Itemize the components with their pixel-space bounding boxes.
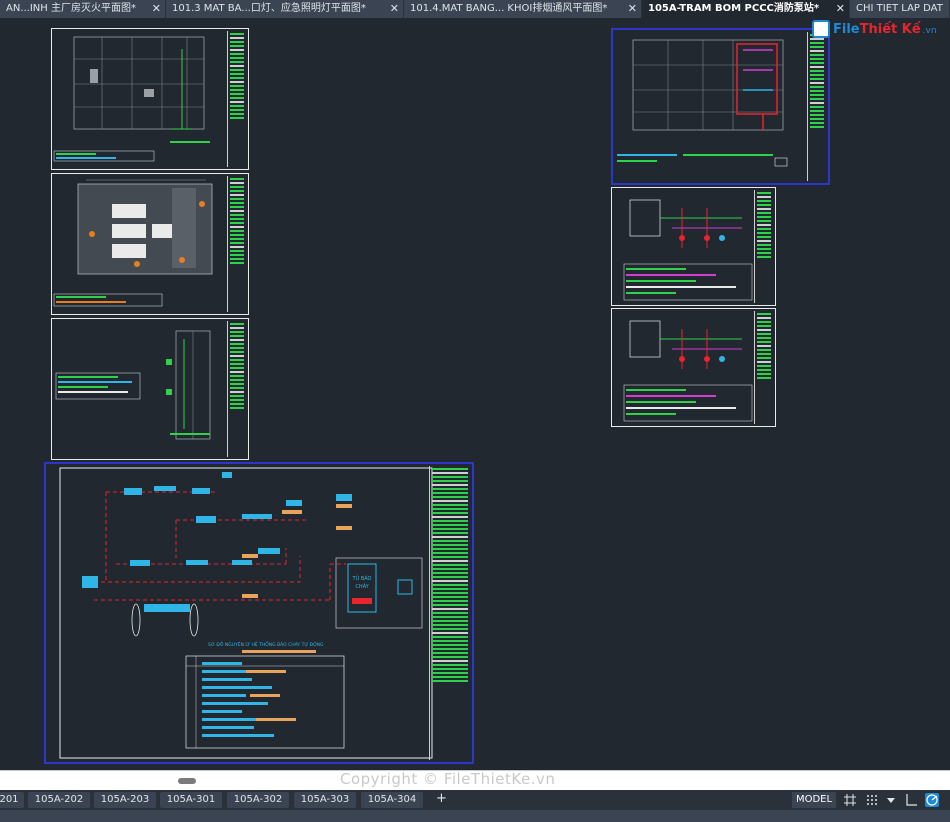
title-block [227,321,246,457]
tab-101-4[interactable]: 101.4.MAT BANG... KHOI排烟通风平面图* ✕ [404,0,642,18]
layout-tab-105a-303[interactable]: 105A-303 [294,792,356,808]
detail-drawing [55,330,211,440]
tab-label: 105A-TRAM BOM PCCC消防泵站* [648,3,820,14]
drawing-sheet[interactable] [51,173,249,315]
layout-tab-bar: 201 105A-202 105A-203 105A-301 105A-302 … [0,790,950,810]
add-layout-button[interactable]: + [436,791,447,806]
floor-plan-drawing [53,36,210,162]
document-tab-bar: AN...INH 主厂房灭火平面图* ✕ 101.3 MAT BA...口灯、应急… [0,0,950,18]
title-block [807,32,826,181]
close-icon[interactable]: ✕ [628,0,637,18]
schematic-heading: SƠ ĐỒ NGUYÊN LÝ HỆ THỐNG BÁO CHÁY TỰ ĐỘN… [208,639,324,648]
model-space-button[interactable]: MODEL [792,792,836,808]
watermark: Copyright © FileThietKe.vn [340,770,556,788]
tab-label: 101.3 MAT BA...口灯、应急照明灯平面图* [172,3,366,14]
tab-chi-tiet-lap-dat[interactable]: CHI TIET LAP DAT [850,0,950,18]
title-block [227,176,246,312]
panel-label-2: CHÁY [355,583,369,590]
tab-an-inh[interactable]: AN...INH 主厂房灭火平面图* ✕ [0,0,166,18]
logo-text-3: .vn [922,26,937,36]
ortho-icon[interactable] [904,793,918,807]
drawing-canvas[interactable]: TỦ BÁO CHÁY SƠ ĐỒ NGUYÊN LÝ HỆ THỐNG BÁO… [0,18,950,770]
layout-tab-105a-304[interactable]: 105A-304 [361,792,423,808]
drawing-sheet[interactable] [51,318,249,460]
layout-tab-201[interactable]: 201 [0,792,24,808]
snap-icon[interactable] [865,793,879,807]
site-logo: File Thiết Kế .vn [812,18,937,40]
floor-plan-drawing [53,179,213,307]
layout-tab-105a-203[interactable]: 105A-203 [94,792,156,808]
close-icon[interactable]: ✕ [152,0,161,18]
logo-text-2: Thiết Kế [859,21,921,37]
drawing-sheet-selected[interactable] [611,28,830,185]
tab-label: 101.4.MAT BANG... KHOI排烟通风平面图* [410,3,608,14]
tab-105a-tram-bom[interactable]: 105A-TRAM BOM PCCC消防泵站* ✕ [642,0,850,18]
tab-label: AN...INH 主厂房灭火平面图* [6,3,136,14]
grid-icon[interactable] [843,793,857,807]
dropdown-icon[interactable] [884,793,898,807]
layout-tab-105a-302[interactable]: 105A-302 [227,792,289,808]
title-block [754,190,773,303]
panel-label-1: TỦ BÁO [351,574,371,582]
title-block [754,311,773,424]
fire-alarm-schematic: TỦ BÁO CHÁY SƠ ĐỒ NGUYÊN LÝ HỆ THỐNG BÁO… [59,467,433,759]
pump-room-plan [617,39,788,167]
layout-tab-105a-301[interactable]: 105A-301 [160,792,222,808]
status-bar-bottom [0,810,950,822]
drawing-sheet[interactable] [51,28,249,170]
tab-101-3[interactable]: 101.3 MAT BA...口灯、应急照明灯平面图* ✕ [166,0,404,18]
title-block [227,31,246,167]
drawing-sheet[interactable] [611,308,776,427]
title-block [429,466,470,760]
scrollbar-thumb[interactable] [178,778,196,784]
drawing-sheet[interactable] [611,187,776,306]
layout-tab-105a-202[interactable]: 105A-202 [28,792,90,808]
close-icon[interactable]: ✕ [390,0,399,18]
pump-schematic [623,199,753,301]
logo-icon [812,20,830,38]
drawing-sheet-large[interactable]: TỦ BÁO CHÁY SƠ ĐỒ NGUYÊN LÝ HỆ THỐNG BÁO… [44,462,474,764]
tab-label: CHI TIET LAP DAT [856,3,943,14]
logo-text-1: File [833,21,860,37]
polar-icon[interactable] [925,793,939,807]
pump-schematic [623,320,753,422]
close-icon[interactable]: ✕ [836,0,845,18]
